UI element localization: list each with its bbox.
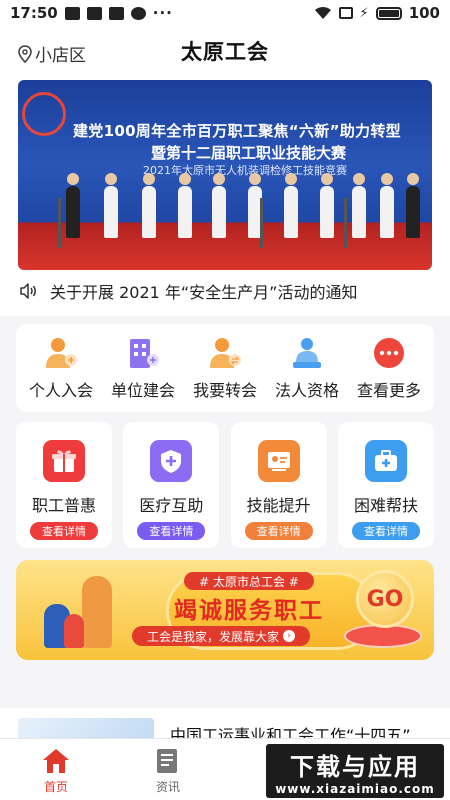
view-details-button[interactable]: 查看详情 [30,522,98,540]
gift-icon [43,440,85,482]
location-selector[interactable]: 小店区 [18,41,86,66]
chat-icon [130,6,146,20]
banner-subtitle: 2021年太原市无人机装调检修工技能竞赛 [143,164,347,177]
promo-title: 竭诚服务职工 [174,598,324,624]
view-details-button[interactable]: 查看详情 [351,522,420,540]
banner-person [406,173,420,238]
quick-action-label: 个人入会 [28,380,93,400]
news-app-icon [108,6,124,20]
promo-subtitle: 工会是我家，发展靠大家 [146,629,279,644]
status-bar: 17:50 ··· ⚡ 100 [0,0,450,26]
quick-action-label: 单位建会 [110,380,175,400]
promo-illustration-adult [82,576,112,648]
tab-label: 首页 [43,780,68,794]
tab-news[interactable]: 资讯 [112,739,224,800]
notice-bar[interactable]: 关于开展 2021 年“安全生产月”活动的通知 [18,272,432,310]
quick-actions: 个人入会 单位建会 我要转会 法人资格 查看更多 [16,324,434,412]
news-icon [157,749,177,773]
promo-banner[interactable]: # 太原市总工会 # 竭诚服务职工 工会是我家，发展靠大家 › GO [16,560,434,660]
banner-microphone [260,198,263,248]
skill-board-icon [257,440,300,482]
tab-home[interactable]: 首页 [0,739,112,800]
go-button[interactable]: GO [356,570,414,628]
notification-icon [64,6,80,20]
quick-action-personal-join[interactable]: 个人入会 [23,336,99,401]
banner-carousel[interactable]: 建党100周年全市百万职工聚焦“六新”助力转型 暨第十二届职工职业技能大赛 20… [18,80,432,270]
service-card-worker-benefits[interactable]: 职工普惠 查看详情 [16,422,112,548]
person-transfer-icon [205,336,245,370]
quick-action-legal-person[interactable]: 法人资格 [269,336,345,401]
quick-action-unit-build[interactable]: 单位建会 [105,336,181,401]
watermark-main: 下载与应用 [290,752,420,781]
promo-tag: # 太原市总工会 # [184,572,314,590]
service-label: 职工普惠 [31,496,96,515]
arrow-right-icon: › [283,630,295,642]
building-icon [123,336,163,370]
screen-icon [338,7,353,19]
service-label: 技能提升 [246,496,311,515]
medical-shield-icon [150,440,193,482]
banner-person [142,173,156,238]
banner-person [320,173,334,238]
quick-action-label: 我要转会 [192,380,257,400]
anniversary-logo [22,92,66,136]
banner-person [178,173,192,238]
banner-title-line1: 建党100周年全市百万职工聚焦“六新”助力转型 [73,122,401,140]
location-label: 小店区 [35,46,86,66]
quick-action-label: 法人资格 [274,380,339,400]
person-join-icon [41,336,81,370]
promo-illustration-child [64,614,84,648]
banner-person [104,173,118,238]
tab-label: 资讯 [155,780,180,794]
banner-microphone [58,198,61,248]
battery-level: 100 [408,4,440,22]
speaker-icon [20,283,36,299]
service-label: 困难帮扶 [353,496,418,515]
banner-person [66,173,80,238]
banner-person [380,173,394,238]
service-cards: 职工普惠 查看详情 医疗互助 查看详情 技能提升 查看详情 困难帮扶 查看详情 [16,422,434,548]
banner-title-line2: 暨第十二届职工职业技能大赛 [151,144,347,162]
service-card-medical-aid[interactable]: 医疗互助 查看详情 [123,422,220,548]
service-label: 医疗互助 [139,496,204,515]
quick-action-label: 查看更多 [356,380,421,400]
charging-icon: ⚡ [359,5,369,21]
more-notifications-icon: ··· [152,4,173,22]
more-icon [369,336,409,370]
banner-microphone [344,198,347,248]
top-section: 建党100周年全市百万职工聚焦“六新”助力转型 暨第十二届职工职业技能大赛 20… [0,76,450,316]
mail-icon [86,6,102,20]
header: 小店区 太原工会 [0,26,450,76]
first-aid-kit-icon [364,440,407,482]
battery-icon [375,6,402,20]
status-time: 17:50 [10,4,58,22]
service-card-skill-up[interactable]: 技能提升 查看详情 [230,422,327,548]
quick-action-transfer[interactable]: 我要转会 [187,336,263,401]
view-details-button[interactable]: 查看详情 [244,522,313,540]
watermark: 下载与应用 www.xiazaimiao.com [266,744,444,798]
notice-text: 关于开展 2021 年“安全生产月”活动的通知 [50,283,358,302]
promo-subtitle-button[interactable]: 工会是我家，发展靠大家 › [132,626,310,646]
home-icon [43,749,69,773]
service-card-hardship-aid[interactable]: 困难帮扶 查看详情 [337,422,434,548]
location-pin-icon [18,44,32,63]
banner-person [284,173,298,238]
banner-person [212,173,226,238]
banner-person [352,173,366,238]
quick-action-more[interactable]: 查看更多 [351,336,427,401]
legal-person-icon [287,336,327,370]
view-details-button[interactable]: 查看详情 [137,522,206,540]
watermark-url: www.xiazaimiao.com [275,781,435,796]
wifi-icon [314,6,331,19]
